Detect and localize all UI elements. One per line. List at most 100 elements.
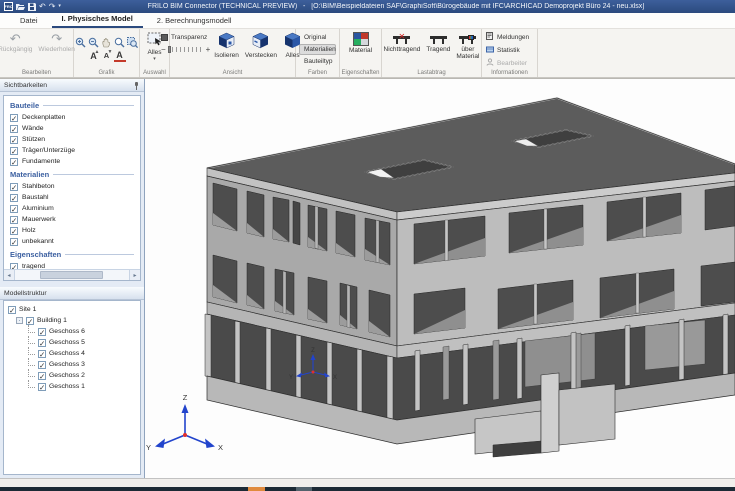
checkbox[interactable]: ✓: [10, 205, 18, 213]
checkbox[interactable]: ✓: [38, 361, 46, 369]
checkbox[interactable]: ✓: [10, 183, 18, 191]
transparency-plus[interactable]: +: [206, 45, 211, 54]
tab-datei[interactable]: Datei: [10, 14, 48, 28]
expander-icon[interactable]: [16, 317, 23, 324]
slider-handle[interactable]: [168, 46, 171, 53]
tree-connector: [28, 325, 35, 333]
color-original-button[interactable]: Original: [299, 32, 336, 43]
color-bauteiltyp-button[interactable]: Bauteiltyp: [299, 56, 336, 67]
tree-node-building[interactable]: ✓Building 1: [4, 315, 140, 326]
app-window: FRC ↶ ↷ ▾ FRILO BIM Connector (TECHNICAL…: [0, 0, 735, 491]
taskbar-orange-segment: [248, 487, 265, 491]
transparency-slider[interactable]: [168, 46, 204, 53]
scrollbar-track[interactable]: [15, 270, 129, 280]
checkbox-row-stahlbeton[interactable]: ✓Stahlbeton: [10, 181, 134, 192]
font-color-icon[interactable]: A: [114, 51, 126, 62]
checkbox-row-aluminium[interactable]: ✓Aluminium: [10, 203, 134, 214]
tree-node-geschoss-5[interactable]: ✓Geschoss 5: [4, 337, 140, 348]
zoom-fit-icon[interactable]: [127, 37, 139, 48]
ribbon-tab-bar: Datei I. Physisches Model 2. Berechnungs…: [0, 13, 735, 29]
axis-z-label: Z: [311, 348, 315, 354]
checkbox[interactable]: ✓: [10, 114, 18, 122]
zoom-in-icon[interactable]: [75, 37, 87, 48]
tree-node-geschoss-1[interactable]: ✓Geschoss 1: [4, 381, 140, 392]
checkbox-row-waende[interactable]: ✓Wände: [10, 123, 134, 134]
redo-icon: ↷: [51, 32, 62, 45]
dropdown-icon: ▾: [153, 56, 156, 62]
scroll-left-arrow[interactable]: ◂: [4, 270, 15, 280]
checkbox[interactable]: ✓: [10, 158, 18, 166]
tree-node-site[interactable]: ✓Site 1: [4, 304, 140, 315]
undo-icon[interactable]: ↶: [39, 2, 46, 11]
checkbox[interactable]: ✓: [38, 328, 46, 336]
checkbox-row-baustahl[interactable]: ✓Baustahl: [10, 192, 134, 203]
app-logo-icon[interactable]: FRC: [4, 2, 13, 11]
cube-hide-icon: [251, 32, 270, 51]
sichtbarkeiten-header[interactable]: Sichtbarkeiten: [0, 79, 144, 92]
checkbox-row-mauerwerk[interactable]: ✓Mauerwerk: [10, 214, 134, 225]
ribbon-group-informationen: Meldungen Statistik Bearbeiter Informati…: [482, 29, 538, 77]
cube-isolate-icon: [217, 32, 236, 51]
horizontal-scrollbar[interactable]: ◂ ▸: [4, 269, 140, 280]
nichttragend-button[interactable]: ✕ Nichttragend: [382, 31, 423, 54]
tree-connector: [28, 369, 35, 377]
tragend-button[interactable]: Tragend: [424, 31, 452, 54]
tree-node-geschoss-4[interactable]: ✓Geschoss 4: [4, 348, 140, 359]
checkbox[interactable]: ✓: [10, 238, 18, 246]
redo-icon[interactable]: ↷: [49, 2, 56, 11]
3d-building-model[interactable]: Z X Y Z X Y: [145, 79, 735, 479]
checkbox[interactable]: ✓: [10, 216, 18, 224]
font-decrease-icon[interactable]: A▼: [101, 51, 113, 62]
axis-z-label: Z: [183, 393, 188, 402]
checkbox[interactable]: ✓: [10, 227, 18, 235]
checkbox[interactable]: ✓: [38, 383, 46, 391]
color-materialien-button[interactable]: Materialien: [299, 44, 336, 55]
checkbox[interactable]: ✓: [8, 306, 16, 314]
pan-hand-icon[interactable]: [101, 37, 113, 48]
checkbox[interactable]: ✓: [38, 339, 46, 347]
statistik-button[interactable]: Statistik: [484, 44, 522, 56]
tree-node-geschoss-2[interactable]: ✓Geschoss 2: [4, 370, 140, 381]
save-icon[interactable]: [28, 3, 36, 11]
checkbox[interactable]: ✓: [10, 194, 18, 202]
zoom-out-icon[interactable]: [88, 37, 100, 48]
open-file-icon[interactable]: [16, 3, 25, 11]
undo-button[interactable]: ↶ Rückgängig: [0, 31, 34, 54]
sichtbarkeiten-panel: Bauteile ✓Deckenplatten ✓Wände ✓Stützen …: [3, 95, 141, 281]
isolate-button[interactable]: Isolieren: [212, 31, 241, 60]
checkbox-row-holz[interactable]: ✓Holz: [10, 225, 134, 236]
ueber-material-button[interactable]: über Material: [454, 31, 481, 61]
transparency-minus[interactable]: −: [161, 45, 166, 54]
checkbox-row-deckenplatten[interactable]: ✓Deckenplatten: [10, 112, 134, 123]
checkbox[interactable]: ✓: [26, 317, 34, 325]
hide-button[interactable]: Verstecken: [243, 31, 279, 60]
viewport-axis-triad: Z X Y: [146, 393, 223, 452]
undo-icon: ↶: [10, 32, 21, 45]
checkbox[interactable]: ✓: [38, 372, 46, 380]
checkbox-row-unbekannt[interactable]: ✓unbekannt: [10, 236, 134, 247]
checkbox-row-stuetzen[interactable]: ✓Stützen: [10, 134, 134, 145]
tab-berechnungsmodell[interactable]: 2. Berechnungsmodell: [147, 14, 242, 28]
font-increase-icon[interactable]: A▲: [88, 51, 100, 62]
zoom-window-icon[interactable]: [114, 37, 126, 48]
checkbox[interactable]: ✓: [10, 125, 18, 133]
scroll-right-arrow[interactable]: ▸: [129, 270, 140, 280]
beam-nonbearing-icon: ✕: [393, 33, 410, 45]
checkbox[interactable]: ✓: [10, 136, 18, 144]
scrollbar-thumb[interactable]: [40, 271, 103, 279]
tab-physisches-model[interactable]: I. Physisches Model: [52, 12, 143, 28]
redo-button[interactable]: ↷ Wiederholen: [36, 31, 77, 54]
tree-node-geschoss-3[interactable]: ✓Geschoss 3: [4, 359, 140, 370]
checkbox[interactable]: ✓: [10, 147, 18, 155]
checkbox[interactable]: ✓: [38, 350, 46, 358]
material-button[interactable]: Material: [347, 31, 374, 55]
checkbox-row-fundamente[interactable]: ✓Fundamente: [10, 156, 134, 167]
checkbox-row-traeger[interactable]: ✓Träger/Unterzüge: [10, 145, 134, 156]
model-viewport[interactable]: Z X Y Z X Y: [145, 79, 735, 478]
axis-x-label: X: [218, 443, 223, 452]
meldungen-button[interactable]: Meldungen: [484, 31, 531, 43]
modellstruktur-header[interactable]: Modellstruktur: [0, 287, 144, 300]
bearbeiter-button[interactable]: Bearbeiter: [484, 57, 529, 69]
pin-icon[interactable]: [133, 81, 140, 90]
tree-node-geschoss-6[interactable]: ✓Geschoss 6: [4, 326, 140, 337]
